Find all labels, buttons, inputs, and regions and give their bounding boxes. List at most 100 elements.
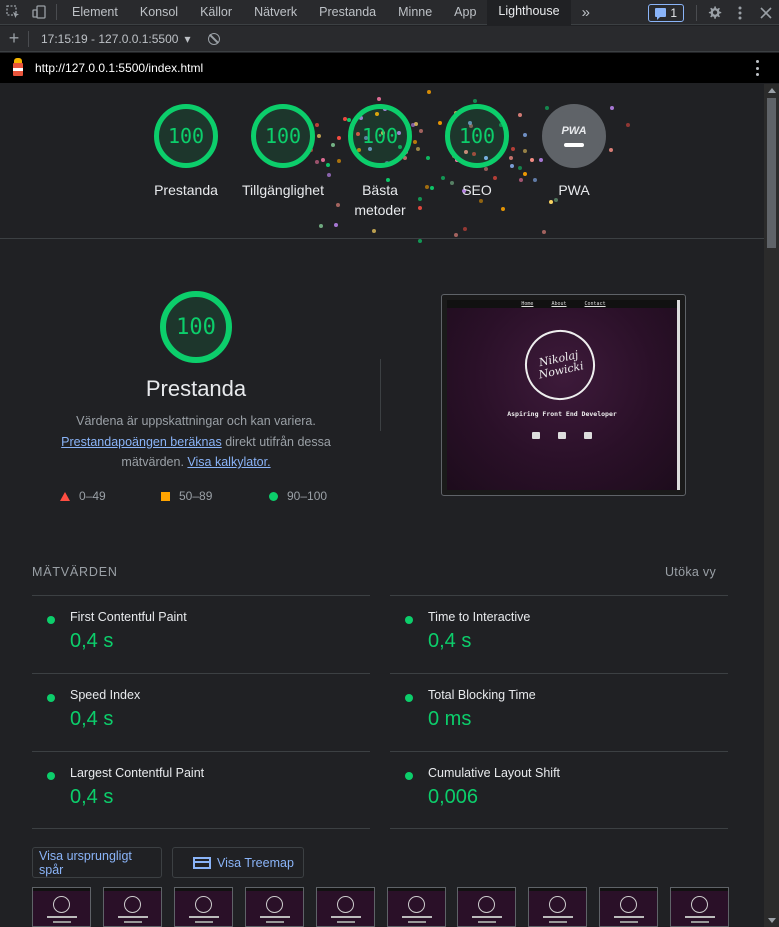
tab-kallor[interactable]: Källor bbox=[189, 0, 243, 25]
filmstrip-frame bbox=[457, 887, 517, 927]
gauge-performance[interactable]: 100 Prestanda bbox=[136, 104, 236, 200]
pass-circle-icon bbox=[47, 694, 55, 702]
score-ring: 100 bbox=[154, 104, 218, 168]
tab-element[interactable]: Element bbox=[61, 0, 129, 25]
lighthouse-toolbar: + 17:15:19 - 127.0.0.1:5500 ▾ bbox=[0, 26, 779, 52]
devtools-tabbar: Element Konsol Källor Nätverk Prestanda … bbox=[0, 0, 779, 25]
settings-gear-icon[interactable] bbox=[701, 0, 727, 25]
score-ring: 100 bbox=[445, 104, 509, 168]
pass-circle-icon bbox=[405, 694, 413, 702]
issues-count: 1 bbox=[670, 5, 677, 20]
tab-lighthouse[interactable]: Lighthouse bbox=[487, 0, 571, 25]
confetti-dot bbox=[548, 199, 553, 204]
metric-divider bbox=[32, 828, 370, 829]
view-original-trace-button[interactable]: Visa ursprungligt spår bbox=[32, 847, 162, 878]
screenshot-social-icons bbox=[447, 432, 677, 439]
legend-fail: 0–49 bbox=[60, 489, 106, 503]
filmstrip-frame bbox=[386, 887, 446, 927]
header-divider bbox=[0, 238, 764, 239]
pass-circle-icon bbox=[47, 772, 55, 780]
device-toolbar-icon[interactable] bbox=[26, 0, 52, 25]
metric-name: Cumulative Layout Shift bbox=[428, 766, 561, 780]
pass-circle-icon bbox=[405, 772, 413, 780]
report-scrollbar[interactable] bbox=[764, 84, 779, 927]
tab-minne[interactable]: Minne bbox=[387, 0, 443, 25]
gauge-label: PWA bbox=[558, 182, 590, 198]
github-icon bbox=[532, 432, 540, 439]
confetti-dot bbox=[418, 238, 423, 243]
confetti-dot bbox=[377, 97, 382, 102]
desc-text: direkt utifrån dessa bbox=[221, 434, 331, 449]
more-options-icon[interactable] bbox=[727, 0, 753, 25]
metric-value: 0,006 bbox=[428, 786, 479, 808]
expand-view-toggle[interactable]: Utöka vy bbox=[665, 565, 728, 579]
filmstrip-frame bbox=[528, 887, 588, 927]
metric-largest-contentful-paint: Largest Contentful Paint 0,4 s bbox=[32, 766, 352, 816]
confetti-dot bbox=[500, 207, 505, 211]
score-calculation-link[interactable]: Prestandapoängen beräknas bbox=[61, 435, 222, 449]
metric-time-to-interactive: Time to Interactive 0,4 s bbox=[390, 610, 710, 660]
tab-app[interactable]: App bbox=[443, 0, 487, 25]
gauge-seo[interactable]: 100 SEO bbox=[427, 104, 527, 200]
metrics-title: MÄTVÄRDEN bbox=[32, 565, 118, 579]
toolbar-divider bbox=[56, 4, 57, 20]
scroll-thumb[interactable] bbox=[767, 98, 776, 248]
screenshot-scrollbar bbox=[677, 300, 680, 490]
mail-icon bbox=[558, 432, 566, 439]
tab-natverk[interactable]: Nätverk bbox=[243, 0, 308, 25]
confetti-dot bbox=[626, 122, 631, 127]
confetti-dot bbox=[453, 232, 458, 237]
scroll-down-arrow-icon[interactable] bbox=[768, 918, 776, 923]
score-ring: 100 bbox=[348, 104, 412, 168]
lighthouse-report: 100 Prestanda 100 Tillgänglighet 100 Bäs… bbox=[0, 84, 764, 927]
screenshot-content: Home About Contact Nikolaj Nowicki Aspiri… bbox=[447, 300, 680, 490]
tab-konsol[interactable]: Konsol bbox=[129, 0, 189, 25]
pwa-badge-text: PWA bbox=[561, 125, 587, 137]
more-tabs-button[interactable]: » bbox=[571, 0, 601, 25]
metric-value: 0,4 s bbox=[70, 630, 114, 652]
report-url[interactable]: http://127.0.0.1:5500/index.html bbox=[35, 61, 203, 75]
metric-divider bbox=[390, 828, 728, 829]
confetti-dot bbox=[473, 99, 478, 104]
view-treemap-button[interactable]: Visa Treemap bbox=[172, 847, 304, 878]
gauge-accessibility[interactable]: 100 Tillgänglighet bbox=[233, 104, 333, 200]
screenshot-nav-item: Contact bbox=[584, 301, 606, 307]
confetti-dot bbox=[372, 229, 377, 234]
average-square-icon bbox=[161, 491, 170, 501]
report-url-bar: http://127.0.0.1:5500/index.html bbox=[0, 53, 779, 83]
gauge-best-practices[interactable]: 100 Bästa metoder bbox=[330, 104, 430, 220]
calculator-link[interactable]: Visa kalkylator. bbox=[187, 455, 270, 469]
metric-first-contentful-paint: First Contentful Paint 0,4 s bbox=[32, 610, 352, 660]
confetti-dot bbox=[319, 223, 324, 228]
report-menu-icon[interactable] bbox=[755, 60, 759, 76]
metric-divider bbox=[390, 673, 728, 674]
linkedin-icon bbox=[584, 432, 592, 439]
new-report-button[interactable]: + bbox=[0, 28, 28, 49]
pwa-dash bbox=[564, 143, 584, 147]
issues-badge[interactable]: 1 bbox=[648, 3, 684, 22]
legend-pass: 90–100 bbox=[269, 489, 327, 503]
performance-description: Värdena är uppskattningar och kan varier… bbox=[46, 411, 346, 473]
screenshot-nav-item: About bbox=[551, 301, 567, 307]
metric-divider bbox=[390, 751, 728, 752]
tab-prestanda[interactable]: Prestanda bbox=[308, 0, 387, 25]
fail-triangle-icon bbox=[60, 491, 70, 501]
screenshot-nav: Home About Contact bbox=[447, 300, 680, 308]
gauge-label-line: metoder bbox=[354, 202, 406, 218]
metric-value: 0 ms bbox=[428, 708, 472, 730]
close-devtools-icon[interactable] bbox=[753, 0, 779, 25]
legend-average: 50–89 bbox=[161, 489, 212, 503]
filmstrip-frame bbox=[32, 887, 91, 927]
report-select[interactable]: 17:15:19 - 127.0.0.1:5500 ▾ bbox=[28, 30, 191, 47]
metric-value: 0,4 s bbox=[70, 786, 114, 808]
inspect-element-icon[interactable] bbox=[0, 0, 26, 25]
pass-circle-icon bbox=[405, 616, 413, 624]
scroll-up-arrow-icon[interactable] bbox=[768, 88, 776, 93]
pass-circle-icon bbox=[47, 616, 55, 624]
gauge-label: Tillgänglighet bbox=[242, 182, 324, 198]
gauge-label: SEO bbox=[462, 182, 492, 198]
final-screenshot[interactable]: Home About Contact Nikolaj Nowicki Aspiri… bbox=[441, 294, 686, 496]
clear-reports-icon[interactable] bbox=[208, 32, 221, 45]
chevron-down-icon: ▾ bbox=[184, 31, 191, 46]
gauge-pwa[interactable]: PWA PWA bbox=[524, 104, 624, 200]
